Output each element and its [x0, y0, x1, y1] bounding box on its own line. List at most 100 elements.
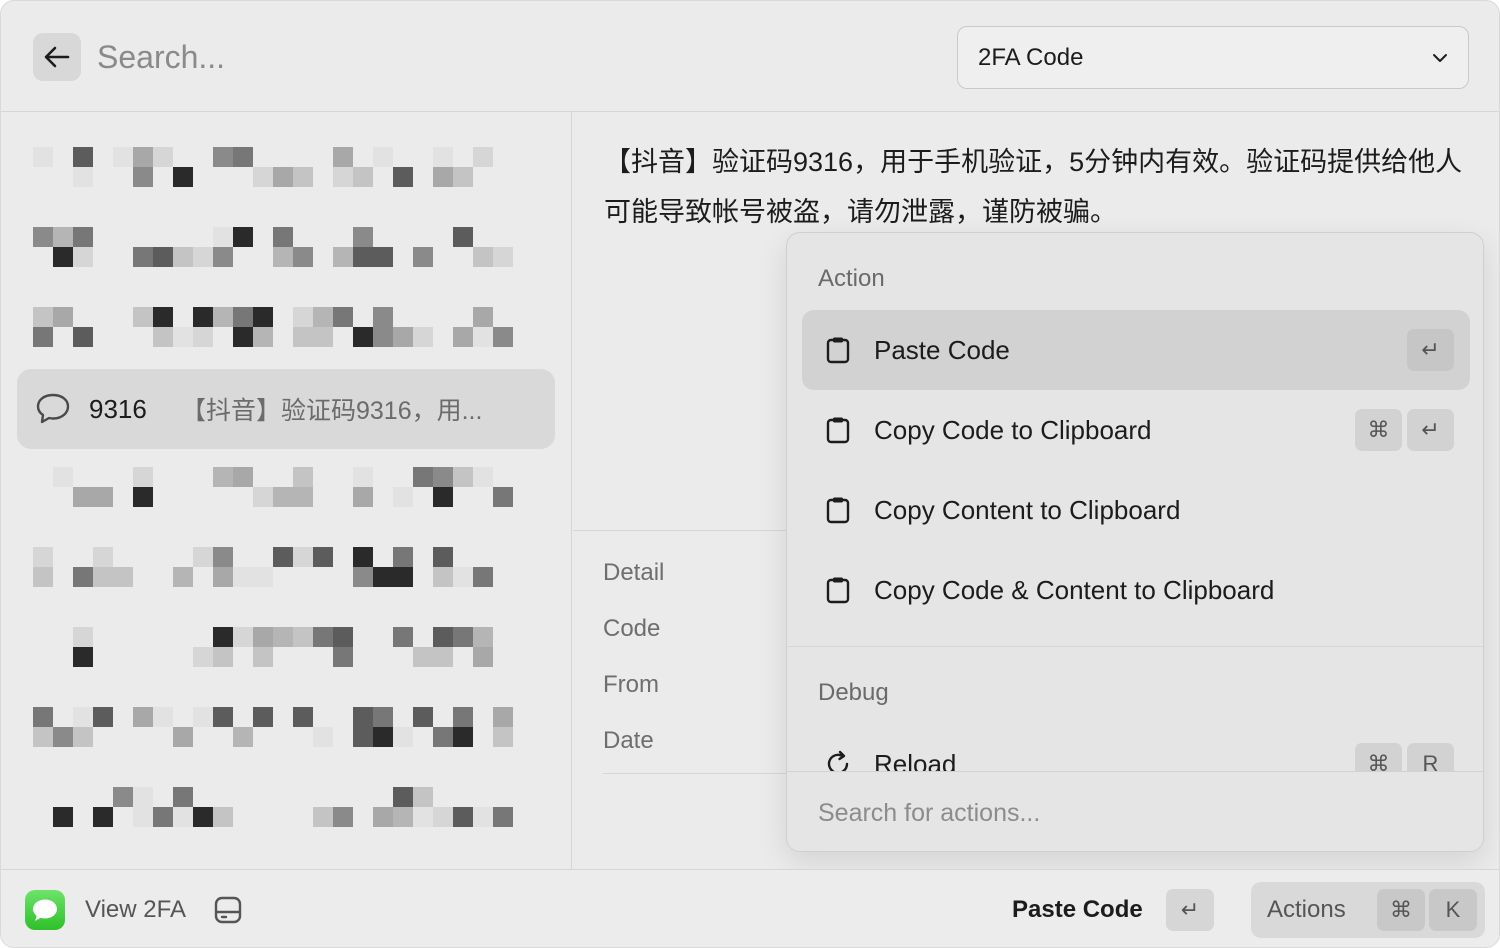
redaction-pixel — [293, 627, 313, 647]
redaction-pixel — [473, 247, 493, 267]
redaction-pixel — [293, 307, 313, 327]
redaction-pixel — [73, 707, 93, 727]
redaction-pixel — [473, 567, 493, 587]
redaction-pixel — [53, 227, 73, 247]
hard-drive-icon[interactable] — [213, 894, 243, 926]
redaction-pixel — [493, 247, 513, 267]
redaction-pixel — [233, 727, 253, 747]
metadata-label-date: Date — [603, 727, 654, 754]
redaction-pixel — [473, 327, 493, 347]
redaction-pixel — [53, 807, 73, 827]
redaction-pixel — [473, 627, 493, 647]
list-item-selected[interactable]: 9316 【抖音】验证码9316，用... — [17, 369, 555, 449]
redaction-pixel — [173, 247, 193, 267]
redaction-pixel — [353, 167, 373, 187]
redaction-pixel — [393, 787, 413, 807]
action-copy-content[interactable]: Copy Content to Clipboard — [802, 470, 1470, 550]
shortcut-key: ↵ — [1407, 409, 1454, 451]
redaction-pixel — [233, 327, 253, 347]
redaction-pixel — [273, 547, 293, 567]
redaction-pixel — [353, 467, 373, 487]
redaction-pixel — [53, 307, 73, 327]
redaction-pixel — [413, 467, 433, 487]
list-item-redacted[interactable] — [33, 787, 533, 829]
redaction-pixel — [213, 307, 233, 327]
redaction-pixel — [453, 167, 473, 187]
redaction-pixel — [213, 467, 233, 487]
redaction-pixel — [413, 707, 433, 727]
redaction-pixel — [233, 567, 253, 587]
redaction-pixel — [153, 707, 173, 727]
redaction-pixel — [93, 807, 113, 827]
redaction-pixel — [73, 227, 93, 247]
redaction-pixel — [193, 327, 213, 347]
list-item-redacted[interactable] — [33, 307, 533, 349]
redaction-pixel — [433, 487, 453, 507]
redaction-pixel — [193, 547, 213, 567]
redaction-pixel — [493, 727, 513, 747]
list-item-redacted[interactable] — [33, 707, 533, 749]
detail-divider — [573, 530, 787, 531]
list-item-redacted[interactable] — [33, 467, 533, 509]
search-input[interactable] — [97, 31, 917, 83]
action-copy-code[interactable]: Copy Code to Clipboard ⌘ ↵ — [802, 390, 1470, 470]
clipboard-icon — [824, 416, 852, 444]
shortcut-key: ⌘ — [1355, 409, 1402, 451]
action-paste-code[interactable]: Paste Code ↵ — [802, 310, 1470, 390]
redaction-pixel — [373, 307, 393, 327]
redaction-pixel — [213, 567, 233, 587]
redaction-pixel — [433, 647, 453, 667]
redaction-pixel — [73, 487, 93, 507]
primary-action-key: ↵ — [1166, 889, 1214, 931]
redaction-pixel — [453, 707, 473, 727]
redaction-pixel — [93, 487, 113, 507]
redaction-pixel — [33, 567, 53, 587]
list-item-redacted[interactable] — [33, 227, 533, 269]
redaction-pixel — [33, 547, 53, 567]
action-label: Copy Code to Clipboard — [874, 414, 1152, 445]
messages-app-icon — [25, 890, 65, 930]
redaction-pixel — [73, 727, 93, 747]
redaction-pixel — [353, 567, 373, 587]
redaction-pixel — [333, 647, 353, 667]
redaction-pixel — [373, 727, 393, 747]
metadata-label-code: Code — [603, 615, 661, 642]
redaction-pixel — [253, 647, 273, 667]
redaction-pixel — [173, 727, 193, 747]
redaction-pixel — [153, 247, 173, 267]
list-item-redacted[interactable] — [33, 627, 533, 669]
action-copy-code-and-content[interactable]: Copy Code & Content to Clipboard — [802, 550, 1470, 630]
redaction-pixel — [273, 167, 293, 187]
redaction-pixel — [433, 727, 453, 747]
list-item-redacted[interactable] — [33, 547, 533, 589]
redaction-pixel — [273, 227, 293, 247]
redaction-pixel — [413, 807, 433, 827]
action-search-input[interactable] — [818, 792, 1458, 834]
redaction-pixel — [313, 327, 333, 347]
top-bar: 2FA Code — [1, 1, 1499, 112]
redaction-pixel — [133, 787, 153, 807]
redaction-pixel — [333, 627, 353, 647]
primary-action-button[interactable]: Paste Code — [1012, 896, 1143, 924]
redaction-pixel — [153, 307, 173, 327]
actions-button[interactable]: Actions ⌘ K — [1251, 882, 1485, 938]
redaction-pixel — [73, 147, 93, 167]
redaction-pixel — [73, 247, 93, 267]
redaction-pixel — [253, 167, 273, 187]
redaction-pixel — [353, 547, 373, 567]
redaction-pixel — [473, 467, 493, 487]
redaction-pixel — [173, 807, 193, 827]
redaction-pixel — [313, 807, 333, 827]
redaction-pixel — [253, 567, 273, 587]
list-item-redacted[interactable] — [33, 147, 533, 189]
redaction-pixel — [433, 807, 453, 827]
back-button[interactable] — [33, 33, 81, 81]
redaction-pixel — [473, 807, 493, 827]
filter-dropdown[interactable]: 2FA Code — [957, 26, 1469, 89]
message-content: 【抖音】验证码9316，用于手机验证，5分钟内有效。验证码提供给他人可能导致帐号… — [604, 147, 1463, 227]
redaction-pixel — [493, 327, 513, 347]
redaction-pixel — [233, 307, 253, 327]
redaction-pixel — [193, 807, 213, 827]
redaction-pixel — [133, 167, 153, 187]
redaction-pixel — [73, 627, 93, 647]
